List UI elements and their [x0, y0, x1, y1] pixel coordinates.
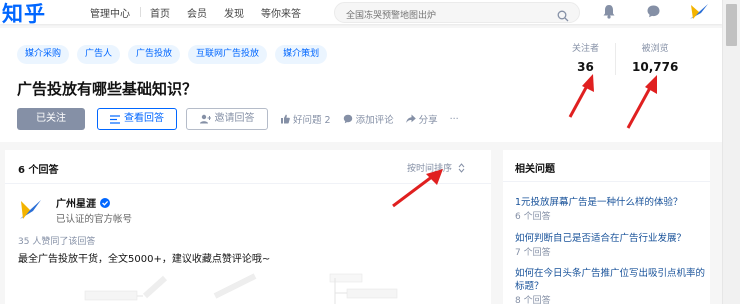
- related-question-link[interactable]: 1元投放屏幕广告是一种什么样的体验？: [515, 196, 705, 209]
- related-header: 相关问题: [503, 150, 710, 182]
- upvote-count: 35 人赞同了该回答: [18, 237, 96, 247]
- top-nav-bar: 知乎 管理中心 首页 会员 发现 等你来答: [0, 0, 722, 26]
- related-questions-card: 相关问题 1元投放屏幕广告是一种什么样的体验？ 6 个回答 如何判断自己是否适合…: [503, 150, 710, 304]
- related-answer-count: 7 个回答: [515, 248, 551, 258]
- view-answers-button[interactable]: 查看回答: [97, 108, 177, 130]
- topic-tag[interactable]: 广告人: [77, 45, 121, 64]
- topic-tag[interactable]: 媒介采购: [17, 45, 70, 64]
- followers-count: 36: [577, 60, 594, 74]
- comment-icon: [343, 114, 352, 124]
- sort-label: 按时间排序: [407, 164, 453, 174]
- add-comment-label: 添加评论: [355, 115, 394, 126]
- add-comment-button[interactable]: 添加评论: [343, 112, 394, 126]
- answers-card: 6 个回答 按时间排序 广州星涯 已认证的官方帐号 35 人赞同了该回答 最全广…: [5, 150, 491, 304]
- zhihu-logo[interactable]: 知乎: [2, 0, 46, 28]
- list-icon: [110, 114, 120, 124]
- add-user-icon: [199, 114, 211, 124]
- question-actions: 已关注 查看回答 邀请回答 好问题 2 添加评论 分享 ···: [17, 108, 471, 130]
- avatar[interactable]: [689, 3, 709, 25]
- verified-badge-icon: [100, 197, 110, 208]
- views-count: 10,776: [632, 60, 679, 74]
- good-question-button[interactable]: 好问题 2: [280, 112, 331, 126]
- search-input[interactable]: [346, 6, 546, 26]
- topic-tags: 媒介采购 广告人 广告投放 互联网广告投放 媒介策划: [17, 45, 335, 64]
- followed-button[interactable]: 已关注: [17, 108, 85, 130]
- followers-label: 关注者: [572, 44, 600, 54]
- author-description: 已认证的官方帐号: [56, 214, 133, 225]
- nav-waiting-answers[interactable]: 等你来答: [261, 5, 301, 20]
- share-label: 分享: [418, 115, 438, 126]
- good-question-label: 好问题 2: [293, 115, 331, 126]
- invite-answer-button[interactable]: 邀请回答: [186, 108, 268, 130]
- scrollbar-thumb[interactable]: [726, 4, 737, 46]
- answer-excerpt[interactable]: 最全广告投放干货，全文5000+，建议收藏点赞评论哦~: [18, 250, 270, 265]
- more-button[interactable]: ···: [450, 114, 459, 125]
- views-label: 被浏览: [641, 44, 669, 54]
- topic-tag[interactable]: 广告投放: [128, 45, 181, 64]
- view-answers-label: 查看回答: [124, 113, 164, 124]
- answers-header: 6 个回答 按时间排序: [5, 150, 491, 184]
- author-name[interactable]: 广州星涯: [56, 195, 110, 210]
- related-answer-count: 8 个回答: [515, 296, 551, 304]
- chat-icon[interactable]: [646, 4, 661, 23]
- search-icon[interactable]: [557, 7, 569, 26]
- followers-stat[interactable]: 关注者 36: [572, 41, 599, 75]
- related-title: 相关问题: [515, 164, 555, 175]
- author-avatar[interactable]: [18, 198, 42, 222]
- answer-image-preview[interactable]: [5, 268, 491, 304]
- author-name-text: 广州星涯: [56, 199, 96, 210]
- bell-icon[interactable]: [602, 4, 616, 23]
- share-icon: [405, 114, 416, 123]
- views-stat: 被浏览 10,776: [632, 41, 678, 75]
- topic-tag[interactable]: 媒介策划: [275, 45, 328, 64]
- nav-membership[interactable]: 会员: [187, 5, 207, 20]
- scrollbar[interactable]: [722, 0, 740, 304]
- related-question-link[interactable]: 如何在今日头条广告推广位写出吸引点机率的标题？: [515, 267, 705, 293]
- related-question-link[interactable]: 如何判断自己是否适合在广告行业发展？: [515, 232, 705, 245]
- related-question[interactable]: 1元投放屏幕广告是一种什么样的体验？ 6 个回答: [515, 196, 705, 222]
- nav-admin-center[interactable]: 管理中心: [90, 5, 130, 20]
- nav-divider: [140, 7, 141, 17]
- question-header: 媒介采购 广告人 广告投放 互联网广告投放 媒介策划 广告投放有哪些基础知识？ …: [0, 28, 722, 142]
- answer-count: 6 个回答: [18, 165, 59, 176]
- sort-toggle[interactable]: 按时间排序: [407, 161, 465, 174]
- invite-answer-label: 邀请回答: [214, 113, 255, 124]
- related-question[interactable]: 如何判断自己是否适合在广告行业发展？ 7 个回答: [515, 232, 705, 258]
- question-stats: 关注者 36 被浏览 10,776: [572, 41, 678, 75]
- main-nav: 管理中心 首页 会员 发现 等你来答: [90, 5, 318, 20]
- share-button[interactable]: 分享: [405, 112, 438, 126]
- nav-home[interactable]: 首页: [150, 5, 170, 20]
- question-title: 广告投放有哪些基础知识？: [17, 80, 198, 98]
- nav-discover[interactable]: 发现: [224, 5, 244, 20]
- thumbs-up-icon: [281, 114, 290, 124]
- topic-tag[interactable]: 互联网广告投放: [188, 45, 268, 64]
- related-answer-count: 6 个回答: [515, 212, 551, 222]
- sort-icon: [458, 162, 465, 173]
- related-question[interactable]: 如何在今日头条广告推广位写出吸引点机率的标题？ 8 个回答: [515, 267, 705, 304]
- stat-divider: [615, 43, 617, 75]
- search-box[interactable]: [334, 2, 580, 26]
